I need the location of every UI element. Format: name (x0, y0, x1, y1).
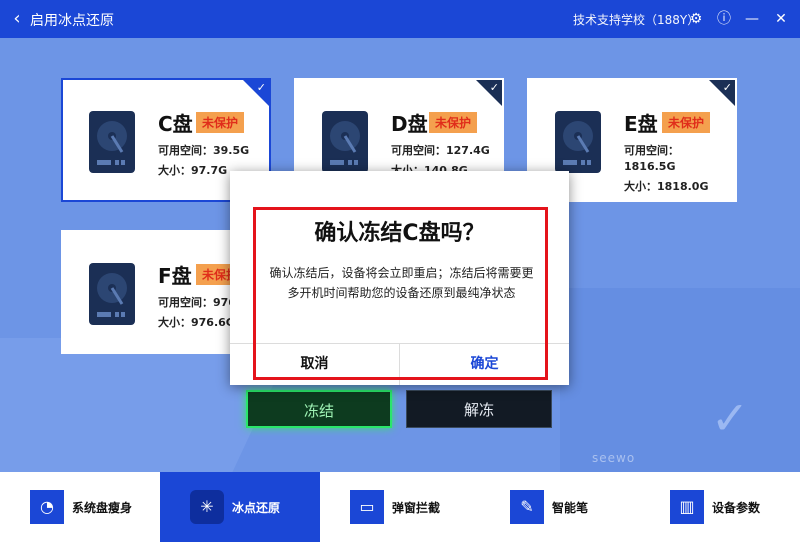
dialog-message: 确认冻结后，设备将会立即重启；冻结后将需要更多开机时间帮助您的设备还原到最纯净状… (269, 266, 534, 300)
check-icon: ✓ (722, 81, 732, 94)
disk-size: 大小：976.6G (158, 316, 235, 329)
nav-label: 冰点还原 (232, 501, 281, 515)
unfreeze-button[interactable]: 解冻 (406, 390, 552, 428)
brand-logo: seewo (592, 451, 636, 465)
disk-name: D盘 (391, 112, 428, 136)
hard-disk-icon (89, 263, 135, 325)
close-button[interactable]: ✕ (771, 9, 791, 29)
hard-disk-icon (322, 111, 368, 173)
disk-name: C盘 (158, 112, 193, 136)
status-badge: 未保护 (662, 112, 711, 133)
support-info: 技术支持学校（188Y） (573, 13, 700, 27)
free-space-value: 1816.5G (624, 160, 676, 173)
title-bar: ‹ 启用冰点还原 技术支持学校（188Y） ⚙ ⓘ — ✕ (0, 0, 800, 38)
free-space: 可用空间： (624, 144, 679, 157)
window-title: 启用冰点还原 (30, 13, 114, 29)
popup-block-icon: ▭ (350, 490, 384, 524)
disk-size: 大小：97.7G (158, 164, 228, 177)
cancel-button[interactable]: 取消 (230, 344, 399, 385)
snowflake-icon: ✳ (190, 490, 224, 524)
info-icon[interactable]: ⓘ (714, 9, 734, 29)
nav-item-disk-clean[interactable]: ◔ 系统盘瘦身 (0, 472, 160, 542)
freeze-button[interactable]: 冻结 (246, 390, 392, 428)
disk-size: 大小：1818.0G (624, 180, 709, 193)
nav-item-freeze-restore[interactable]: ✳ 冰点还原 (160, 472, 320, 542)
check-icon: ✓ (256, 81, 266, 94)
minimize-button[interactable]: — (742, 9, 762, 29)
disk-name: F盘 (158, 264, 192, 288)
hard-disk-icon (89, 111, 135, 173)
dialog-title: 确认冻结C盘吗？ (314, 221, 485, 246)
disk-clean-icon: ◔ (30, 490, 64, 524)
chevron-left-icon[interactable]: ‹ (8, 8, 26, 30)
nav-label: 系统盘瘦身 (72, 501, 133, 515)
nav-label: 智能笔 (552, 501, 589, 515)
bottom-nav: ◔ 系统盘瘦身 ✳ 冰点还原 ▭ 弹窗拦截 ✎ 智能笔 ▥ 设备参数 (0, 472, 800, 542)
gear-icon[interactable]: ⚙ (686, 9, 706, 29)
status-badge: 未保护 (196, 112, 245, 133)
nav-label: 弹窗拦截 (392, 501, 441, 515)
disk-name: E盘 (624, 112, 658, 136)
device-params-icon: ▥ (670, 490, 704, 524)
nav-item-popup-block[interactable]: ▭ 弹窗拦截 (320, 472, 480, 542)
free-space: 可用空间：976 (158, 296, 236, 309)
free-space: 可用空间：39.5G (158, 144, 250, 157)
nav-item-smart-pen[interactable]: ✎ 智能笔 (480, 472, 640, 542)
nav-item-device-params[interactable]: ▥ 设备参数 (640, 472, 800, 542)
hard-disk-icon (555, 111, 601, 173)
smart-pen-icon: ✎ (510, 490, 544, 524)
check-icon: ✓ (489, 81, 499, 94)
status-badge: 未保护 (429, 112, 478, 133)
nav-label: 设备参数 (712, 501, 761, 515)
confirm-dialog: 确认冻结C盘吗？ 确认冻结后，设备将会立即重启；冻结后将需要更多开机时间帮助您的… (230, 171, 569, 385)
confirm-button[interactable]: 确定 (400, 344, 569, 385)
checkmark-decoration-icon: ✓ (710, 391, 750, 445)
free-space: 可用空间：127.4G (391, 144, 490, 157)
